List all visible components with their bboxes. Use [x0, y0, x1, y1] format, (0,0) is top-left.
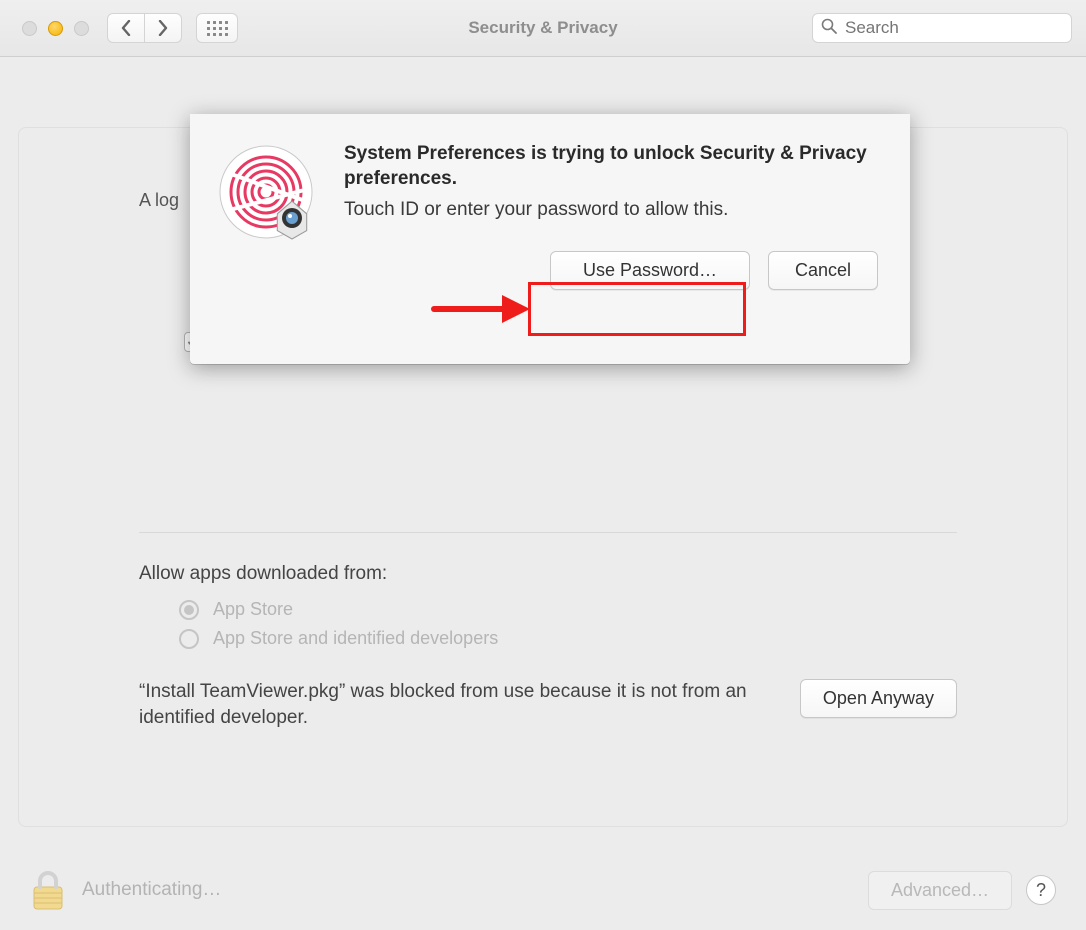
divider	[139, 532, 957, 533]
padlock-icon[interactable]	[30, 869, 66, 911]
dialog-title: System Preferences is trying to unlock S…	[344, 142, 882, 191]
radio-app-store-row: App Store	[179, 599, 957, 620]
nav-buttons	[107, 13, 182, 43]
window-controls	[22, 21, 89, 36]
titlebar: Security & Privacy	[0, 0, 1086, 57]
allow-apps-label: Allow apps downloaded from:	[139, 563, 957, 585]
dialog-subtitle: Touch ID or enter your password to allow…	[344, 199, 882, 221]
footer: Authenticating… Advanced… ?	[0, 850, 1086, 930]
search-icon	[821, 18, 837, 39]
help-button[interactable]: ?	[1026, 875, 1056, 905]
allow-apps-radio-group: App Store App Store and identified devel…	[179, 599, 957, 649]
radio-identified-label: App Store and identified developers	[213, 628, 498, 649]
touch-id-icon	[216, 142, 324, 250]
close-window-dot[interactable]	[22, 21, 37, 36]
minimize-window-dot[interactable]	[48, 21, 63, 36]
page-body: A log Disable automatic login Allow apps…	[0, 57, 1086, 930]
advanced-button[interactable]: Advanced…	[868, 871, 1012, 910]
radio-identified-devs[interactable]	[179, 629, 199, 649]
blocked-app-row: “Install TeamViewer.pkg” was blocked fro…	[139, 679, 957, 730]
show-all-prefs-button[interactable]	[196, 13, 238, 43]
grid-icon	[207, 21, 228, 36]
search-input[interactable]	[843, 17, 1068, 39]
radio-app-store-label: App Store	[213, 599, 293, 620]
unlock-dialog: System Preferences is trying to unlock S…	[190, 114, 910, 364]
authenticating-label: Authenticating…	[82, 879, 221, 901]
chevron-left-icon	[120, 20, 132, 36]
search-field-container[interactable]	[812, 13, 1072, 43]
use-password-button[interactable]: Use Password…	[550, 251, 750, 290]
cancel-button[interactable]: Cancel	[768, 251, 878, 290]
dialog-actions: Use Password… Cancel	[344, 251, 882, 290]
open-anyway-button[interactable]: Open Anyway	[800, 679, 957, 718]
zoom-window-dot[interactable]	[74, 21, 89, 36]
chevron-right-icon	[157, 20, 169, 36]
forward-button[interactable]	[144, 13, 182, 43]
dialog-body: System Preferences is trying to unlock S…	[344, 142, 882, 340]
radio-app-store[interactable]	[179, 600, 199, 620]
blocked-app-message: “Install TeamViewer.pkg” was blocked fro…	[139, 679, 779, 730]
radio-identified-row: App Store and identified developers	[179, 628, 957, 649]
back-button[interactable]	[107, 13, 145, 43]
